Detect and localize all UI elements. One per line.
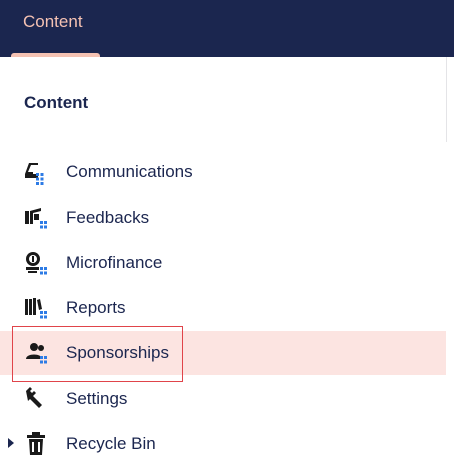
tree-item-label: Settings bbox=[66, 389, 128, 408]
tab-content[interactable]: Content bbox=[11, 0, 100, 57]
feedback-icon bbox=[25, 208, 47, 229]
tree-title: Content bbox=[24, 93, 89, 112]
wrench-icon bbox=[26, 387, 42, 408]
panel-divider bbox=[446, 57, 447, 142]
tree-item-label: Microfinance bbox=[66, 253, 163, 272]
caret-right-icon[interactable] bbox=[5, 436, 17, 450]
tree-item-communications[interactable]: Communications bbox=[0, 150, 446, 194]
tree-item-label: Recycle Bin bbox=[66, 434, 156, 453]
tree-item-label: Reports bbox=[66, 298, 126, 317]
top-navigation-bar: Content bbox=[0, 0, 454, 57]
tree-item-microfinance[interactable]: Microfinance bbox=[0, 241, 446, 285]
trash-icon bbox=[27, 432, 45, 455]
content-tree: Content Communications Feedbacks Microfi… bbox=[0, 57, 446, 474]
books-icon bbox=[25, 298, 47, 319]
tree-item-label: Communications bbox=[66, 162, 193, 181]
tree-item-feedbacks[interactable]: Feedbacks bbox=[0, 196, 446, 240]
coins-icon bbox=[26, 252, 47, 275]
tree-item-settings[interactable]: Settings bbox=[0, 377, 446, 421]
inbox-icon bbox=[25, 163, 44, 185]
tree-item-reports[interactable]: Reports bbox=[0, 286, 446, 330]
tab-content-label: Content bbox=[23, 12, 83, 31]
tree-item-recycle-bin[interactable]: Recycle Bin bbox=[0, 422, 446, 466]
focus-highlight bbox=[12, 326, 183, 382]
tree-item-label: Feedbacks bbox=[66, 208, 150, 227]
